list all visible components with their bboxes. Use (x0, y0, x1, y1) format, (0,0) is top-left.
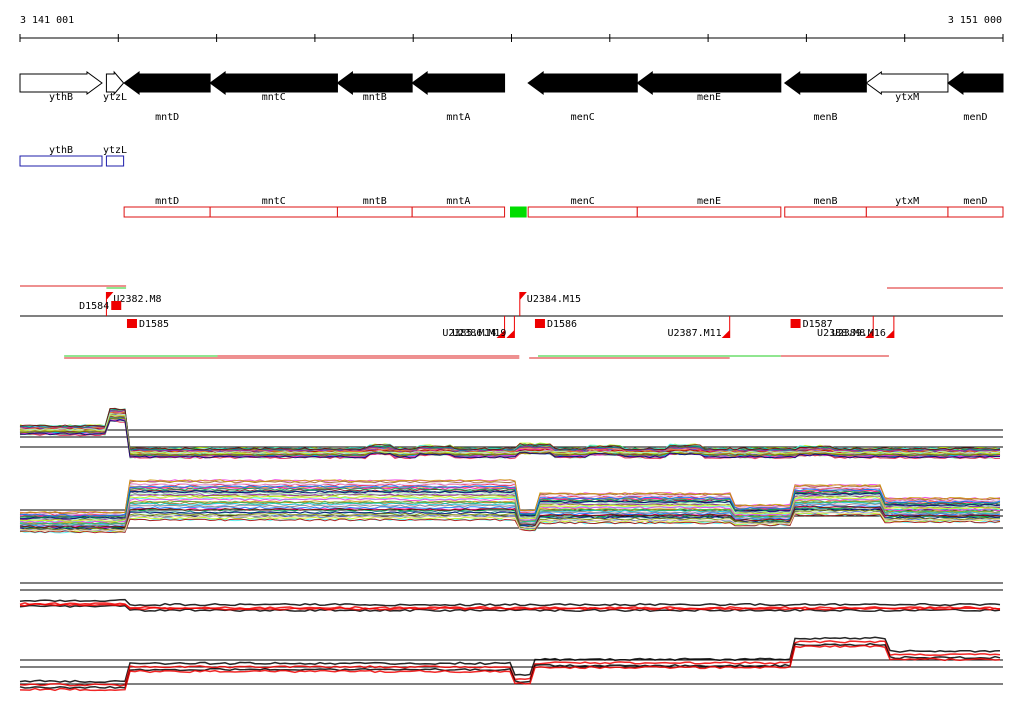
minus-box-label-menE: menE (697, 196, 721, 207)
gene-arrow-menE (636, 71, 782, 95)
gene-arrow-mntA (411, 71, 506, 95)
plus-box-ytzL (105, 155, 125, 167)
minus-box-mntA (411, 206, 506, 218)
gene-arrow-mntD (123, 71, 211, 95)
minus-box-label-mntC: mntC (262, 196, 286, 207)
minus-box-menE (636, 206, 782, 218)
gene-label-ytxM: ytxM (895, 92, 919, 103)
downstream-site-label: D1584 (79, 301, 109, 312)
upstream-site-flag (519, 292, 527, 300)
downstream-site-marker (534, 319, 545, 328)
upstream-site-label: U2387.M11 (668, 328, 722, 339)
downstream-site-marker (790, 319, 801, 328)
upstream-site-flag (721, 330, 730, 338)
gene-arrow-ytxM (865, 71, 949, 95)
gene-label-menB: menB (814, 112, 838, 123)
downstream-site-marker (111, 301, 122, 310)
minus-box-label-menC: menC (571, 196, 595, 207)
coordinate-start-label: 3 141 001 (20, 15, 74, 26)
minus-box-menB (784, 206, 867, 218)
downstream-site-marker (126, 319, 137, 328)
expression-trace (19, 412, 1001, 453)
upstream-site-label: U2384.M15 (527, 294, 581, 305)
downstream-site-label: D1585 (139, 319, 169, 330)
minus-box-mntB (336, 206, 413, 218)
minus-box-label-mntD: mntD (155, 196, 179, 207)
coordinate-ruler: 3 141 001 3 151 000 (19, 15, 1004, 42)
minus-box-label-mntA: mntA (446, 196, 470, 207)
upstream-site-flag (885, 330, 894, 338)
expression-profile-panels (19, 407, 1003, 692)
gene-arrow-menB (783, 71, 867, 95)
upstream-site-flag (106, 292, 114, 300)
downstream-site-label: D1587 (803, 319, 833, 330)
gene-label-menE: menE (697, 92, 721, 103)
gene-label-ytzL: ytzL (103, 92, 127, 103)
gene-arrow-ytzL (105, 70, 125, 96)
expression-trace (19, 410, 1001, 453)
expression-trace (19, 408, 1001, 451)
gene-arrow-menD (947, 71, 1004, 95)
minus-box-ytxM (865, 206, 949, 218)
expression-trace (19, 409, 1001, 452)
upstream-site-label: U2386.M19 (452, 328, 506, 339)
gene-label-menD: menD (963, 112, 987, 123)
gene-label-mntD: mntD (155, 112, 179, 123)
downstream-site-label: D1586 (547, 319, 577, 330)
expression-trace (19, 598, 1001, 607)
minus-box-menD (947, 206, 1004, 218)
plus-box-label-ytzL: ytzL (103, 145, 127, 156)
plus-strand-box-track: ythB ytzL (19, 145, 127, 167)
expression-trace (19, 408, 1001, 451)
site-track: U2382.M8 U2384.M15U2385.M14U2386.M19 U2387… (20, 292, 1003, 339)
expression-trace (19, 407, 1001, 451)
gene-label-menC: menC (571, 112, 595, 123)
coordinate-end-label: 3 151 000 (948, 15, 1002, 26)
minus-strand-box-track: mntD mntC mntB mntA menC menE menB ytxM menD (123, 196, 1004, 218)
upstream-site-label: U2389.M16 (832, 328, 886, 339)
minus-box-menC (527, 206, 638, 218)
plus-box-label-ythB: ythB (49, 145, 73, 156)
genome-browser-canvas: 3 141 001 3 151 000 ythB ytzL mntD mntC mntB… (19, 15, 1004, 692)
gene-arrow-ythB (19, 71, 103, 95)
minus-box-label-ytxM: ytxM (895, 196, 919, 207)
minus-box-label-menB: menB (814, 196, 838, 207)
expression-trace (19, 410, 1001, 452)
minus-box-label-mntB: mntB (363, 196, 387, 207)
minus-box-green (510, 206, 527, 218)
upstream-site-flag (506, 330, 515, 338)
expression-trace (19, 412, 1001, 453)
genome-browser-view: 3 141 001 3 151 000 ythB ytzL mntD mntC mntB… (0, 0, 1024, 714)
minus-box-mntC (209, 206, 338, 218)
minus-box-mntD (123, 206, 211, 218)
expression-trace (19, 642, 1001, 690)
gene-label-ythB: ythB (49, 92, 73, 103)
expression-trace (19, 411, 1001, 453)
gene-track: ythB ytzL mntD mntC mntB mntA menC menE menB ytxM… (19, 70, 1004, 123)
plus-box-ythB (19, 155, 103, 167)
gene-label-mntA: mntA (446, 112, 470, 123)
gene-label-mntB: mntB (363, 92, 387, 103)
gene-label-mntC: mntC (262, 92, 286, 103)
minus-box-label-menD: menD (963, 196, 987, 207)
gene-arrow-mntC (209, 71, 338, 95)
gene-arrow-menC (527, 71, 638, 95)
gene-arrow-mntB (336, 71, 413, 95)
expression-trace (19, 407, 1001, 451)
